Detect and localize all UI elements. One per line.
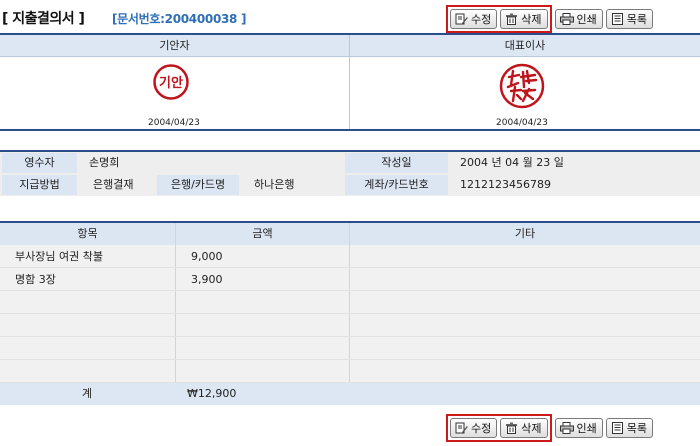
- table-row-empty: [0, 360, 700, 383]
- account-number-label: 계좌/카드번호: [345, 175, 448, 195]
- payment-method-value: 은행결재: [93, 178, 134, 191]
- items-header-amount: 금액: [252, 227, 273, 240]
- bottom-toolbar: 수정 삭제 인쇄 목록: [446, 414, 653, 442]
- bank-card-value: 하나은행: [254, 178, 295, 191]
- items-table: 항목 금액 기타 부사장님 여권 착불 9,000 명함 3장 3,900 계 …: [0, 221, 700, 405]
- top-edit-button[interactable]: 수정: [450, 9, 498, 29]
- bottom-edit-button[interactable]: 수정: [450, 418, 498, 438]
- table-row-empty: [0, 314, 700, 337]
- bottom-print-label: 인쇄: [576, 422, 597, 435]
- bottom-print-button[interactable]: 인쇄: [554, 418, 603, 438]
- items-header-note: 기타: [514, 227, 536, 240]
- approval-divider: [349, 35, 350, 129]
- edit-icon: [455, 13, 468, 25]
- total-row: 계 ₩12,900: [0, 383, 700, 405]
- table-row: 명함 3장 3,900: [0, 268, 700, 291]
- account-number-value: 1212123456789: [460, 178, 551, 191]
- drafter-seal: 기안: [153, 64, 189, 100]
- item-name: 부사장님 여권 착불: [15, 250, 103, 263]
- receiver-value: 손명희: [89, 156, 120, 169]
- bottom-list-label: 목록: [626, 422, 647, 435]
- payment-method-label: 지급방법: [2, 175, 77, 195]
- bottom-delete-button[interactable]: 삭제: [500, 418, 548, 438]
- written-date-label: 작성일: [345, 153, 448, 173]
- items-header: 항목 금액 기타: [0, 223, 700, 245]
- bottom-edit-label: 수정: [471, 422, 492, 435]
- top-edit-delete-group: 수정 삭제: [446, 5, 552, 33]
- total-amount: ₩12,900: [187, 387, 237, 400]
- list-icon: [611, 422, 623, 434]
- table-row: 부사장님 여권 착불 9,000: [0, 245, 700, 268]
- items-header-item: 항목: [77, 227, 98, 240]
- top-print-button[interactable]: 인쇄: [554, 9, 603, 29]
- top-print-label: 인쇄: [576, 13, 597, 26]
- bank-card-label: 은행/카드명: [157, 175, 239, 195]
- info-row-1: 영수자 손명희 작성일 2004 년 04 월 23 일: [0, 152, 700, 174]
- trash-icon: [506, 13, 518, 25]
- item-name: 명함 3장: [15, 273, 56, 286]
- table-row-empty: [0, 337, 700, 360]
- bottom-list-button[interactable]: 목록: [605, 418, 653, 438]
- printer-icon: [559, 13, 574, 25]
- bottom-delete-label: 삭제: [521, 422, 542, 435]
- ceo-seal: [499, 63, 545, 109]
- receiver-label: 영수자: [2, 153, 77, 173]
- total-label: 계: [82, 387, 93, 400]
- page-title: [ 지출결의서 ]: [2, 11, 85, 27]
- ceo-date: 2004/04/23: [496, 118, 548, 128]
- trash-icon: [506, 422, 518, 434]
- item-amount: 3,900: [191, 273, 223, 286]
- top-bar: [ 지출결의서 ] [문서번호:200400038 ] 수정 삭제 인쇄 목록: [0, 0, 700, 33]
- top-delete-button[interactable]: 삭제: [500, 9, 548, 29]
- drafter-seal-text: 기안: [159, 75, 183, 91]
- edit-icon: [455, 422, 468, 434]
- item-amount: 9,000: [191, 250, 223, 263]
- top-list-button[interactable]: 목록: [605, 9, 653, 29]
- document-number: [문서번호:200400038 ]: [112, 12, 247, 26]
- table-row-empty: [0, 291, 700, 314]
- top-list-label: 목록: [626, 13, 647, 26]
- list-icon: [611, 13, 623, 25]
- top-edit-label: 수정: [471, 13, 492, 26]
- written-date-value: 2004 년 04 월 23 일: [460, 156, 564, 169]
- approver-drafter-header: 기안자: [0, 35, 349, 57]
- info-table: 영수자 손명희 작성일 2004 년 04 월 23 일 지급방법 은행결재 은…: [0, 150, 700, 196]
- bottom-edit-delete-group: 수정 삭제: [446, 414, 552, 442]
- approver-ceo-header: 대표이사: [350, 35, 700, 57]
- info-row-2: 지급방법 은행결재 은행/카드명 하나은행 계좌/카드번호 1212123456…: [0, 175, 700, 197]
- approval-table: 기안자 대표이사 기안 2004/04/23 2004/04/23: [0, 33, 700, 131]
- top-toolbar: 수정 삭제 인쇄 목록: [446, 5, 653, 33]
- top-delete-label: 삭제: [521, 13, 542, 26]
- drafter-date: 2004/04/23: [148, 118, 200, 128]
- printer-icon: [559, 422, 574, 434]
